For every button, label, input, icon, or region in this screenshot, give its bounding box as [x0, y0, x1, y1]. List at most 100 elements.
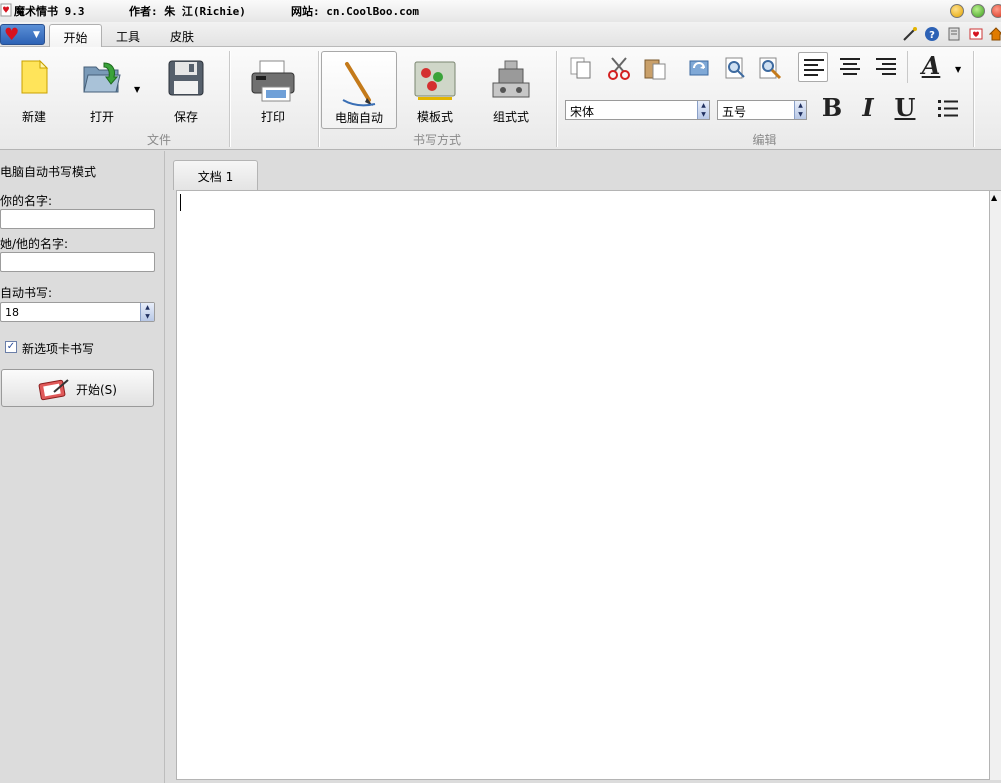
app-menu-button[interactable]: ♥ ▼	[0, 24, 45, 45]
font-size-select[interactable]: 五号 ▲ ▼	[717, 100, 807, 120]
folder-open-icon	[83, 62, 121, 93]
website-credit: 网站: cn.CoolBoo.com	[291, 5, 419, 18]
your-name-label: 你的名字:	[0, 194, 53, 208]
ribbon-tab-row: ♥ ▼ 开始 工具 皮肤	[0, 22, 1001, 48]
align-left-icon	[804, 59, 824, 76]
align-center-icon	[840, 58, 860, 75]
stepper-arrows-icon[interactable]: ▲ ▼	[140, 303, 154, 321]
copy-button[interactable]	[566, 53, 596, 83]
your-name-input[interactable]	[0, 209, 155, 229]
assembly-label: 组式式	[492, 110, 529, 124]
template-button[interactable]: 模板式	[400, 51, 470, 129]
start-button[interactable]: 开始(S)	[1, 369, 154, 407]
app-title: 魔术情书 9.3	[14, 5, 85, 18]
bullet-list-button[interactable]	[933, 94, 963, 124]
help-icon[interactable]: ?	[924, 26, 940, 42]
font-name-value: 宋体	[570, 105, 595, 119]
new-button[interactable]: 新建	[8, 51, 60, 129]
maximize-button[interactable]	[971, 4, 985, 18]
align-left-button[interactable]	[798, 52, 828, 82]
group-label-edit: 编辑	[752, 133, 777, 147]
open-label: 打开	[89, 110, 114, 124]
auto-write-count-label: 自动书写:	[0, 286, 53, 300]
document-tab-strip: 文档 1	[166, 151, 1001, 190]
wand-icon[interactable]	[902, 26, 918, 42]
new-file-icon	[21, 59, 49, 94]
new-label: 新建	[21, 110, 46, 124]
magnifier-icon	[725, 57, 745, 79]
document-tab[interactable]: 文档 1	[173, 160, 258, 190]
author-credit: 作者: 朱 江(Richie)	[129, 5, 246, 18]
toolbar-separator	[907, 51, 908, 83]
open-button[interactable]: 打开	[76, 51, 128, 129]
font-size-value: 五号	[722, 105, 747, 119]
printer-icon	[251, 60, 295, 102]
tab-skins[interactable]: 皮肤	[160, 24, 204, 47]
find-button[interactable]	[720, 53, 750, 83]
chevron-down-icon: ▼	[33, 30, 40, 40]
heart-icon: ♥	[4, 25, 20, 45]
save-label: 保存	[173, 110, 198, 124]
new-tab-label: 新选项卡书写	[22, 342, 95, 356]
bold-button[interactable]: B	[819, 94, 845, 122]
align-right-icon	[876, 58, 896, 75]
copy-icon	[570, 57, 591, 79]
group-separator	[973, 51, 974, 147]
auto-write-panel: 电脑自动书写模式 你的名字: 她/他的名字: 自动书写: 18 ▲ ▼ ✓ 新选项…	[0, 151, 165, 783]
bullet-list-icon	[938, 100, 958, 117]
refresh-icon	[689, 60, 709, 76]
app-window: 魔术情书 9.3 作者: 朱 江(Richie) 网站: cn.CoolBoo.…	[0, 0, 1001, 783]
cut-button[interactable]	[604, 53, 634, 83]
assembly-button[interactable]: 组式式	[478, 51, 544, 129]
template-board-icon	[414, 61, 456, 100]
font-color-button[interactable]: A	[918, 52, 944, 80]
tab-tools[interactable]: 工具	[106, 24, 150, 47]
home-icon[interactable]	[988, 26, 1001, 42]
font-color-dropdown-arrow[interactable]: ▼	[955, 65, 961, 74]
italic-button[interactable]: I	[855, 94, 881, 122]
print-label: 打印	[260, 110, 285, 124]
new-tab-checkbox[interactable]: ✓	[5, 341, 17, 353]
refresh-button[interactable]	[684, 53, 714, 83]
their-name-input[interactable]	[0, 252, 155, 272]
document-editor[interactable]	[176, 190, 990, 780]
replace-button[interactable]	[755, 53, 785, 83]
panel-title: 电脑自动书写模式	[0, 165, 97, 179]
font-name-select[interactable]: 宋体 ▲ ▼	[565, 100, 710, 120]
paste-icon	[644, 59, 666, 80]
group-label-file: 文件	[146, 133, 171, 147]
align-right-button[interactable]	[871, 52, 901, 82]
floppy-disk-icon	[168, 60, 204, 96]
start-button-label: 开始(S)	[76, 383, 117, 397]
vertical-scrollbar[interactable]: ▲	[990, 190, 1001, 780]
text-caret	[180, 194, 181, 211]
underline-button[interactable]: U	[892, 94, 918, 122]
svg-text:?: ?	[929, 30, 935, 41]
replace-icon	[759, 57, 782, 80]
auto-write-count-value: 18	[5, 306, 19, 319]
tools-icon[interactable]	[946, 26, 962, 42]
assembly-tool-icon	[492, 60, 530, 98]
ribbon-panel: 新建 打开 ▼ 保存 打印 文件 电脑自动 模板式 组式式 书写方式 A ▼ 宋…	[0, 47, 1001, 150]
tab-start[interactable]: 开始	[49, 24, 102, 48]
paste-button[interactable]	[640, 53, 670, 83]
auto-write-label: 电脑自动	[334, 111, 383, 125]
auto-write-count-stepper[interactable]: 18 ▲ ▼	[0, 302, 155, 322]
align-center-button[interactable]	[835, 52, 865, 82]
template-label: 模板式	[416, 110, 453, 124]
quill-pen-icon	[342, 62, 376, 107]
scroll-up-arrow-icon[interactable]: ▲	[991, 193, 997, 203]
save-button[interactable]: 保存	[160, 51, 212, 129]
font-name-spin-icon[interactable]: ▲ ▼	[697, 101, 709, 119]
scissors-icon	[608, 57, 630, 80]
title-bar: 魔术情书 9.3 作者: 朱 江(Richie) 网站: cn.CoolBoo.…	[0, 0, 1001, 22]
auto-write-button[interactable]: 电脑自动	[321, 51, 397, 129]
card-icon[interactable]	[968, 26, 984, 42]
minimize-button[interactable]	[950, 4, 964, 18]
open-dropdown-arrow[interactable]: ▼	[134, 85, 140, 94]
font-size-spin-icon[interactable]: ▲ ▼	[794, 101, 806, 119]
group-label-writing-mode: 书写方式	[412, 133, 461, 147]
print-button[interactable]: 打印	[240, 51, 306, 129]
close-button[interactable]	[991, 4, 1001, 18]
their-name-label: 她/他的名字:	[0, 237, 69, 251]
